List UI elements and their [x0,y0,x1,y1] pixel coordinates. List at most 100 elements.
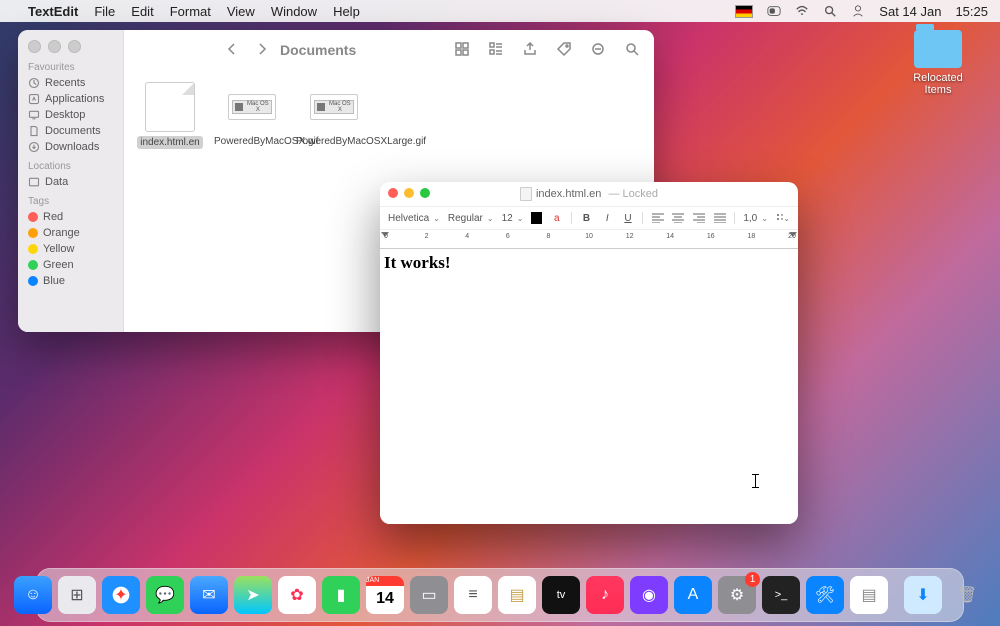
wifi-icon[interactable] [795,4,809,18]
zoom-icon[interactable] [68,40,81,53]
ruler[interactable]: 02468101214161820 [380,230,798,249]
sidebar-item-label: Downloads [45,141,99,153]
menu-view[interactable]: View [227,4,255,19]
sidebar-item-label: Desktop [45,109,85,121]
dock-messages[interactable]: 💬 [146,576,184,614]
tags-button[interactable] [552,39,576,62]
share-button[interactable] [518,39,542,62]
dock: ☺⊞✦💬✉➤✿▮JAN14▭≡▤tv♪◉A⚙1>_🛠▤ ⬇🗑 [36,568,964,622]
font-style-select[interactable]: Regular⌄ [448,213,494,224]
dock-music[interactable]: ♪ [586,576,624,614]
dock-downloads[interactable]: ⬇ [904,576,942,614]
textedit-content[interactable]: It works! [380,249,798,524]
file-name-label: PoweredByMacOSX.gif [214,136,290,147]
underline-button[interactable]: U [622,212,635,224]
desktop-item-relocated[interactable]: Relocated Items [902,30,974,96]
align-left-button[interactable] [651,212,664,224]
dock-launchpad[interactable]: ⊞ [58,576,96,614]
close-icon[interactable] [28,40,41,53]
minimize-icon[interactable] [404,188,414,198]
sidebar-tag-yellow[interactable]: Yellow [28,241,117,257]
close-icon[interactable] [388,188,398,198]
menu-file[interactable]: File [94,4,115,19]
sidebar-item-downloads[interactable]: Downloads [28,139,117,155]
dock-trash[interactable]: 🗑 [948,576,986,614]
bold-button[interactable]: B [580,212,593,224]
dock-maps[interactable]: ➤ [234,576,272,614]
image-thumbnail-icon: Mac OS X [310,94,358,120]
dock-tv[interactable]: tv [542,576,580,614]
menu-window[interactable]: Window [271,4,317,19]
align-center-button[interactable] [672,212,685,224]
list-style-button[interactable]: ⌄ [776,212,790,224]
minimize-icon[interactable] [48,40,61,53]
finder-traffic-lights[interactable] [28,40,81,53]
line-spacing-select[interactable]: 1,0⌄ [743,213,768,224]
font-family-select[interactable]: Helvetica⌄ [388,213,440,224]
menu-format[interactable]: Format [170,4,211,19]
dock-settings[interactable]: ⚙1 [718,576,756,614]
menu-edit[interactable]: Edit [131,4,153,19]
tag-dot-icon [28,244,38,254]
sidebar-item-applications[interactable]: Applications [28,91,117,107]
sidebar-item-documents[interactable]: Documents [28,123,117,139]
file-item[interactable]: index.html.en [132,82,208,149]
align-right-button[interactable] [693,212,706,224]
sidebar-tag-blue[interactable]: Blue [28,273,117,289]
users-icon[interactable] [851,4,865,18]
forward-button[interactable] [254,41,270,60]
italic-button[interactable]: I [601,212,614,224]
dock-mail[interactable]: ✉ [190,576,228,614]
dock-facetime[interactable]: ▮ [322,576,360,614]
dock-terminal[interactable]: >_ [762,576,800,614]
sidebar-tag-red[interactable]: Red [28,209,117,225]
facetime-icon: ▮ [337,585,346,605]
view-mode-button[interactable] [450,39,474,62]
locked-label[interactable]: — Locked [605,188,658,200]
sidebar-item-data[interactable]: Data [28,174,117,190]
control-center-icon[interactable] [767,4,781,18]
sidebar-item-desktop[interactable]: Desktop [28,107,117,123]
dock-calendar[interactable]: JAN14 [366,576,404,614]
ruler-mark: 8 [546,233,550,240]
ruler-mark: 20 [788,233,796,240]
spotlight-icon[interactable] [823,4,837,18]
font-size-select[interactable]: 12⌄ [502,213,524,224]
file-item[interactable]: Mac OS XPoweredByMacOSX.gif [214,82,290,147]
textedit-traffic-lights[interactable] [388,188,430,198]
group-button[interactable] [484,39,508,62]
zoom-icon[interactable] [420,188,430,198]
dock-photos[interactable]: ✿ [278,576,316,614]
format-bar: Helvetica⌄ Regular⌄ 12⌄ a B I U 1,0⌄ ⌄ [380,207,798,230]
sidebar-tag-orange[interactable]: Orange [28,225,117,241]
finder-title: Documents [280,42,356,58]
menu-help[interactable]: Help [333,4,360,19]
dock-finder[interactable]: ☺ [14,576,52,614]
align-justify-button[interactable] [714,212,727,224]
app-menu[interactable]: TextEdit [28,4,78,19]
menubar-time[interactable]: 15:25 [955,4,988,19]
dock-xcode[interactable]: 🛠 [806,576,844,614]
sidebar-tag-green[interactable]: Green [28,257,117,273]
dock-podcasts[interactable]: ◉ [630,576,668,614]
highlight-color-button[interactable]: a [550,212,563,224]
sidebar-item-label: Documents [45,125,101,137]
menubar-date[interactable]: Sat 14 Jan [879,4,941,19]
text-color-button[interactable] [531,212,542,224]
back-button[interactable] [224,41,240,60]
sidebar-item-label: Recents [45,77,85,89]
search-button[interactable] [620,39,644,62]
dock-notes[interactable]: ▤ [498,576,536,614]
sidebar-item-recents[interactable]: Recents [28,75,117,91]
dock-textedit[interactable]: ▤ [850,576,888,614]
dock-reminders[interactable]: ≡ [454,576,492,614]
maps-icon: ➤ [246,585,259,605]
sidebar-item-label: Blue [43,275,65,287]
file-item[interactable]: Mac OS XPoweredByMacOSXLarge.gif [296,82,372,147]
dock-safari[interactable]: ✦ [102,576,140,614]
action-button[interactable] [586,39,610,62]
textedit-titlebar[interactable]: index.html.en — Locked [380,182,798,207]
dock-contacts[interactable]: ▭ [410,576,448,614]
input-source-icon[interactable] [735,5,753,18]
dock-appstore[interactable]: A [674,576,712,614]
